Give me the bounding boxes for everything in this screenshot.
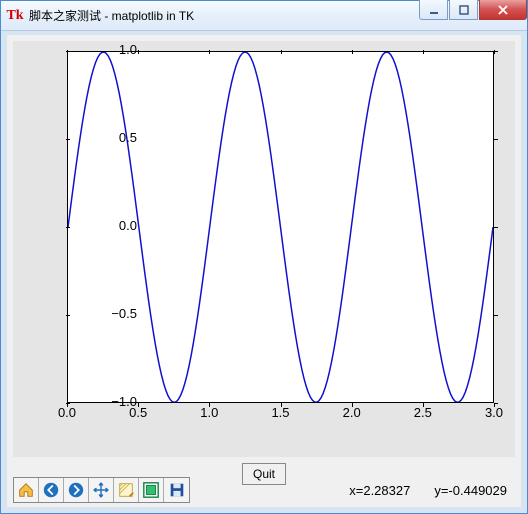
x-tick-label: 2.0 — [332, 405, 372, 420]
cursor-y: y=-0.449029 — [434, 483, 507, 498]
x-tick-label: 3.0 — [474, 405, 514, 420]
home-icon — [17, 481, 35, 499]
forward-button[interactable] — [64, 478, 89, 502]
x-tick-label: 0.5 — [118, 405, 158, 420]
cursor-x: x=2.28327 — [349, 483, 410, 498]
minimize-icon — [428, 4, 440, 16]
y-tick-label: 1.0 — [87, 42, 137, 57]
y-tick-label: 0.5 — [87, 130, 137, 145]
x-tick-label: 0.0 — [47, 405, 87, 420]
bottom-bar: x=2.28327 y=-0.449029 — [13, 477, 515, 503]
pan-button[interactable] — [89, 478, 114, 502]
zoom-button[interactable] — [114, 478, 139, 502]
pan-icon — [92, 481, 110, 499]
status-readout: x=2.28327 y=-0.449029 — [349, 483, 507, 498]
minimize-button[interactable] — [419, 0, 448, 20]
close-button[interactable] — [479, 0, 527, 20]
zoom-icon — [117, 481, 135, 499]
nav-toolbar — [13, 477, 190, 503]
app-window: Tk 脚本之家测试 - matplotlib in TK −1.0−0.50.0… — [0, 0, 528, 514]
plot-canvas[interactable]: −1.0−0.50.00.51.00.00.51.01.52.02.53.0 — [13, 41, 515, 457]
y-tick-label: 0.0 — [87, 218, 137, 233]
window-controls — [419, 0, 527, 22]
y-tick-label: −0.5 — [87, 306, 137, 321]
save-button[interactable] — [164, 478, 189, 502]
x-tick-label: 1.5 — [261, 405, 301, 420]
maximize-button[interactable] — [449, 0, 478, 20]
close-icon — [497, 4, 509, 16]
maximize-icon — [458, 4, 470, 16]
back-icon — [42, 481, 60, 499]
back-button[interactable] — [39, 478, 64, 502]
x-tick-label: 2.5 — [403, 405, 443, 420]
subplots-icon — [142, 481, 160, 499]
titlebar[interactable]: Tk 脚本之家测试 - matplotlib in TK — [1, 1, 527, 31]
client-area: −1.0−0.50.00.51.00.00.51.01.52.02.53.0 Q… — [1, 31, 527, 513]
subplots-button[interactable] — [139, 478, 164, 502]
x-tick-label: 1.0 — [189, 405, 229, 420]
save-icon — [168, 481, 186, 499]
window-title: 脚本之家测试 - matplotlib in TK — [29, 7, 194, 24]
home-button[interactable] — [14, 478, 39, 502]
forward-icon — [67, 481, 85, 499]
tk-app-icon: Tk — [7, 8, 23, 24]
